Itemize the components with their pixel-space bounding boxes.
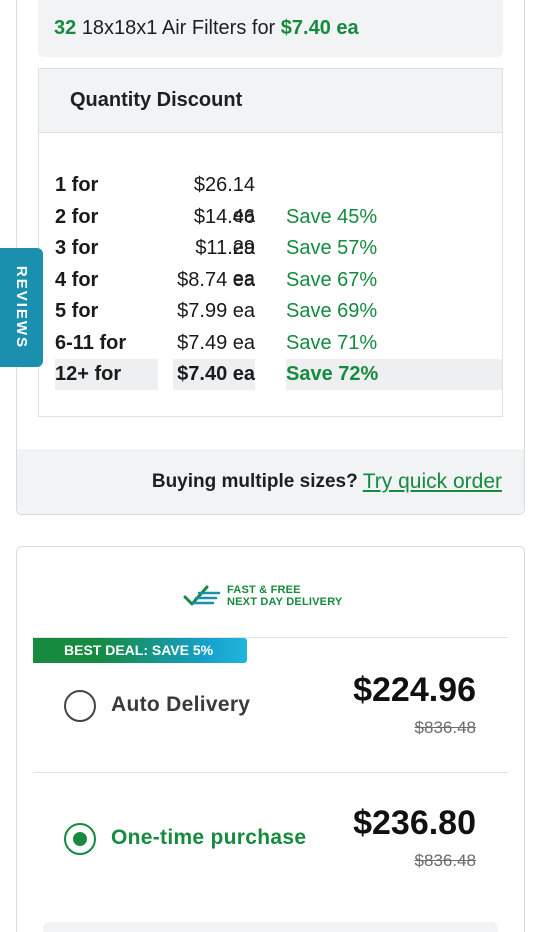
reviews-tab[interactable]: REVIEWS (0, 248, 43, 367)
auto-delivery-label: Auto Delivery (111, 693, 251, 716)
row-save: Save 71% (286, 331, 378, 354)
row-save: Save 69% (286, 300, 378, 322)
order-summary: 32 18x18x1 Air Filters for $7.40 ea (38, 0, 503, 57)
row-price: $7.49 ea (177, 331, 255, 354)
best-deal-tag: BEST DEAL: SAVE 5% (33, 638, 247, 663)
one-time-purchase-option[interactable]: One-time purchase $236.80 $836.48 (33, 773, 508, 873)
summary-qty: 32 (54, 17, 77, 39)
quantity-discount-panel: Quantity Discount 1 for $26.14 ea 2 for … (38, 68, 503, 417)
row-qty: 5 for (55, 300, 99, 322)
reviews-tab-label: REVIEWS (13, 265, 30, 350)
row-save (286, 170, 502, 201)
row-qty: 2 for (55, 205, 99, 228)
row-qty: 12+ for (55, 359, 158, 390)
row-qty: 3 for (55, 237, 99, 259)
table-row-best-tier: 12+ for $7.40 ea Save 72% (39, 359, 502, 391)
quick-order-label: Buying multiple sizes? (151, 470, 358, 492)
fast-delivery-icon (183, 585, 221, 606)
row-qty: 6-11 for (55, 331, 127, 354)
next-panel (43, 922, 498, 932)
row-save: Save 57% (286, 237, 378, 259)
one-time-purchase-radio[interactable] (64, 823, 96, 855)
row-price: $8.74 ea (177, 268, 255, 291)
row-price: $7.99 ea (177, 300, 255, 322)
quantity-discount-table: 1 for $26.14 ea 2 for $14.46 ea Save 45%… (39, 170, 502, 391)
table-row: 3 for $11.29 ea Save 57% (39, 233, 502, 290)
delivery-text: FAST & FREE NEXT DAY DELIVERY (227, 584, 343, 608)
auto-delivery-price: $224.96 (353, 671, 476, 709)
quick-order-link[interactable]: Try quick order (363, 470, 502, 494)
row-save: Save 67% (286, 268, 378, 291)
one-time-purchase-label: One-time purchase (111, 826, 307, 849)
summary-price: $7.40 ea (280, 17, 359, 39)
row-qty: 1 for (55, 174, 99, 196)
fast-free-delivery-badge: FAST & FREE NEXT DAY DELIVERY (183, 583, 342, 609)
auto-delivery-option[interactable]: Auto Delivery $224.96 $836.48 (33, 663, 508, 763)
auto-delivery-original-price: $836.48 (414, 718, 476, 737)
quick-order-bar: Buying multiple sizes? Try quick order (17, 449, 524, 514)
table-row: 2 for $14.46 ea Save 45% (39, 202, 502, 259)
row-price: $7.40 ea (173, 359, 255, 390)
auto-delivery-radio[interactable] (64, 690, 96, 722)
summary-product: 18x18x1 Air Filters for (81, 17, 276, 39)
one-time-purchase-price: $236.80 (353, 804, 476, 842)
row-save: Save 45% (286, 205, 378, 228)
one-time-purchase-original-price: $836.48 (414, 851, 476, 870)
row-price: $26.14 ea (193, 174, 255, 227)
row-qty: 4 for (55, 268, 99, 291)
table-row: 5 for $7.99 ea Save 69% (39, 296, 502, 328)
table-row: 6-11 for $7.49 ea Save 71% (39, 328, 502, 360)
row-price: $11.29 ea (195, 237, 255, 290)
row-price: $14.46 ea (193, 205, 255, 259)
table-row: 4 for $8.74 ea Save 67% (39, 265, 502, 297)
table-row: 1 for $26.14 ea (39, 170, 502, 227)
quantity-discount-title: Quantity Discount (39, 69, 502, 133)
row-save: Save 72% (286, 359, 502, 390)
